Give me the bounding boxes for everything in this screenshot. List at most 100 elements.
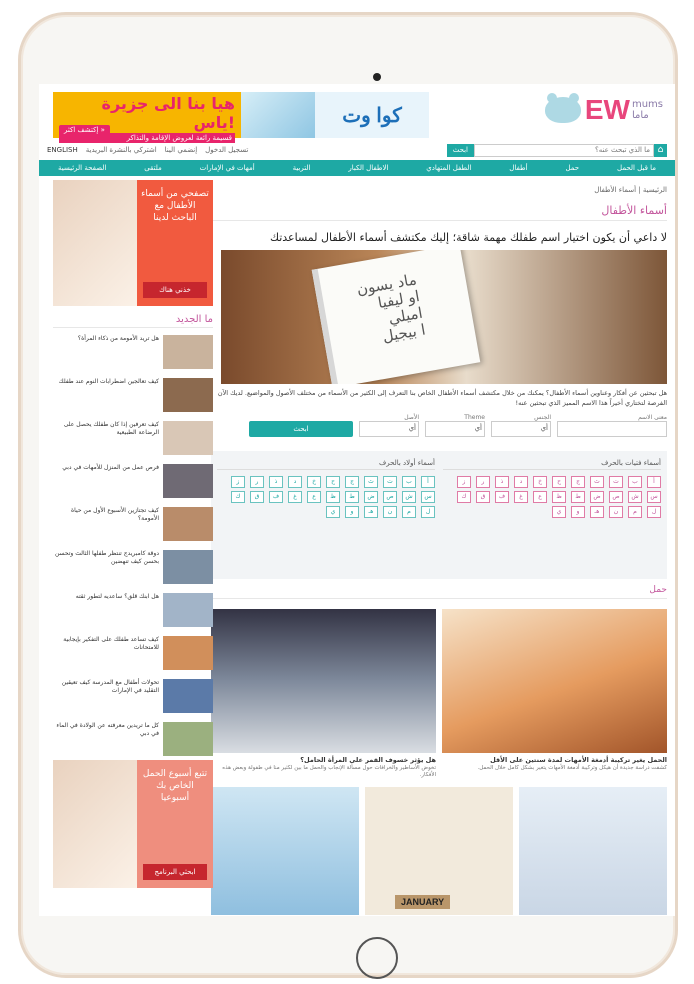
news-item-title[interactable]: هل تريد الأمومة من ذكاء المرأة؟ — [53, 335, 159, 343]
news-item-title[interactable]: كيف تعرفين إذا كان طفلك يحصل على الرضاعة… — [53, 421, 159, 437]
nav-item-home[interactable]: الصفحة الرئيسية — [58, 164, 106, 172]
girls-letter-button[interactable]: ع — [533, 491, 547, 503]
news-item-title[interactable]: تحولات أطفال مع المدرسة كيف تعيقين التقل… — [53, 679, 159, 695]
news-item-thumbnail[interactable] — [163, 679, 213, 713]
site-logo[interactable]: EW mums ماما — [544, 93, 663, 126]
signup-link[interactable]: إنضمي الينا — [165, 146, 198, 154]
boys-letter-button[interactable]: ص — [383, 491, 397, 503]
boys-letter-button[interactable]: ج — [345, 476, 359, 488]
boys-letter-button[interactable]: ل — [421, 506, 435, 518]
girls-letter-button[interactable]: ي — [552, 506, 566, 518]
gender-select[interactable]: أي — [491, 421, 551, 437]
nav-item-preconception[interactable]: ما قبل الحمل — [617, 164, 656, 172]
girls-letter-button[interactable]: ذ — [495, 476, 509, 488]
origin-select[interactable]: أي — [359, 421, 419, 437]
boys-letter-button[interactable]: س — [421, 491, 435, 503]
girls-letter-button[interactable]: ظ — [552, 491, 566, 503]
girls-letter-button[interactable]: ط — [571, 491, 585, 503]
nav-item-pregnancy[interactable]: حمل — [565, 164, 579, 172]
breadcrumb-home[interactable]: الرئيسية — [643, 186, 667, 194]
home-button[interactable] — [356, 937, 398, 979]
nav-item-babies[interactable]: أطفال — [509, 164, 527, 172]
boys-letter-button[interactable]: ر — [250, 476, 264, 488]
article-card[interactable]: هل يؤثر خسوف القمر على المرأة الحامل؟ تخ… — [211, 609, 436, 779]
news-item-title[interactable]: فرص عمل من المنزل للأمهات في دبي — [53, 464, 159, 472]
boys-letter-button[interactable]: ع — [307, 491, 321, 503]
girls-letter-button[interactable]: هـ — [590, 506, 604, 518]
article-image[interactable] — [442, 609, 667, 753]
girls-letter-button[interactable]: خ — [533, 476, 547, 488]
boys-letter-button[interactable]: و — [345, 506, 359, 518]
boys-letter-button[interactable]: غ — [288, 491, 302, 503]
news-item-title[interactable]: كيف تجتازين الأسبوع الأول من حياة الأموم… — [53, 507, 159, 523]
girls-letter-button[interactable]: د — [514, 476, 528, 488]
girls-letter-button[interactable]: ك — [457, 491, 471, 503]
boys-letter-button[interactable]: ب — [402, 476, 416, 488]
ad-banner-cta[interactable]: إكتشف اكثر » — [59, 125, 110, 135]
news-item[interactable]: تحولات أطفال مع المدرسة كيف تعيقين التقل… — [53, 679, 213, 715]
news-item-thumbnail[interactable] — [163, 464, 213, 498]
news-item-thumbnail[interactable] — [163, 335, 213, 369]
article-thumb[interactable] — [519, 787, 667, 915]
boys-letter-button[interactable]: م — [402, 506, 416, 518]
news-item-thumbnail[interactable] — [163, 722, 213, 756]
news-item[interactable]: هل ابنك قلق؟ ساعديه لتطور ثقته — [53, 593, 213, 629]
promo2-button[interactable]: ابحثي البرنامج — [143, 864, 207, 880]
news-item-title[interactable]: كل ما تريدين معرفته عن الولادة في الماء … — [53, 722, 159, 738]
girls-letter-button[interactable]: ل — [647, 506, 661, 518]
boys-letter-button[interactable]: ظ — [326, 491, 340, 503]
boys-letter-button[interactable]: ض — [364, 491, 378, 503]
nav-item-uae-mums[interactable]: أمهات في الإمارات — [200, 164, 255, 172]
news-item[interactable]: كل ما تريدين معرفته عن الولادة في الماء … — [53, 722, 213, 758]
boys-letter-button[interactable]: ح — [326, 476, 340, 488]
news-item[interactable]: كيف تعرفين إذا كان طفلك يحصل على الرضاعة… — [53, 421, 213, 457]
boys-letter-button[interactable]: هـ — [364, 506, 378, 518]
article-title[interactable]: هل يؤثر خسوف القمر على المرأة الحامل؟ — [211, 756, 436, 764]
news-item[interactable]: دوقة كامبريدج تنتظر طفلها الثالث وتحسن ب… — [53, 550, 213, 586]
girls-letter-button[interactable]: ص — [609, 491, 623, 503]
boys-letter-button[interactable]: ك — [231, 491, 245, 503]
news-item[interactable]: كيف تجتازين الأسبوع الأول من حياة الأموم… — [53, 507, 213, 543]
girls-letter-button[interactable]: ر — [476, 476, 490, 488]
baby-names-promo[interactable]: تصفحي من أسماء الأطفال مع الباحث لدينا خ… — [53, 180, 213, 306]
news-item-thumbnail[interactable] — [163, 593, 213, 627]
boys-letter-button[interactable]: ق — [250, 491, 264, 503]
boys-letter-button[interactable]: أ — [421, 476, 435, 488]
boys-letter-button[interactable]: ف — [269, 491, 283, 503]
search-input[interactable] — [474, 143, 654, 157]
login-link[interactable]: تسجيل الدخول — [205, 146, 248, 154]
girls-letter-button[interactable]: ق — [476, 491, 490, 503]
search-button[interactable]: ابحث — [446, 143, 474, 157]
girls-letter-button[interactable]: ب — [628, 476, 642, 488]
news-item-title[interactable]: هل ابنك قلق؟ ساعديه لتطور ثقته — [53, 593, 159, 601]
news-item-thumbnail[interactable] — [163, 378, 213, 412]
article-image[interactable] — [211, 609, 436, 753]
pregnancy-section-title[interactable]: حمل — [211, 585, 667, 599]
newsletter-link[interactable]: اشتركي بالنشرة البريدية — [86, 146, 157, 154]
girls-letter-button[interactable]: غ — [514, 491, 528, 503]
girls-letter-button[interactable]: ج — [571, 476, 585, 488]
girls-letter-button[interactable]: ث — [590, 476, 604, 488]
boys-letter-button[interactable]: د — [288, 476, 302, 488]
home-icon[interactable]: ⌂ — [654, 143, 667, 157]
boys-letter-button[interactable]: ي — [326, 506, 340, 518]
girls-letter-button[interactable]: ش — [628, 491, 642, 503]
boys-letter-button[interactable]: ن — [383, 506, 397, 518]
girls-letter-button[interactable]: ح — [552, 476, 566, 488]
girls-letter-button[interactable]: أ — [647, 476, 661, 488]
ad-banner[interactable]: هيا بنا الى جزيرة ياس! قسيمة رائعة لعروض… — [53, 92, 429, 143]
girls-letter-button[interactable]: و — [571, 506, 585, 518]
girls-letter-button[interactable]: ن — [609, 506, 623, 518]
promo-button[interactable]: خذني هناك — [143, 282, 207, 298]
news-item-title[interactable]: كيف تعالجين اضطرابات النوم عند طفلك — [53, 378, 159, 386]
article-title[interactable]: الحمل يغير تركيبة أدمغة الأمهات لمدة سنت… — [442, 756, 667, 764]
nav-item-forum[interactable]: ملتقى — [144, 164, 162, 172]
news-item[interactable]: كيف تعالجين اضطرابات النوم عند طفلك — [53, 378, 213, 414]
article-thumb[interactable] — [211, 787, 359, 915]
news-item-thumbnail[interactable] — [163, 636, 213, 670]
article-card[interactable]: الحمل يغير تركيبة أدمغة الأمهات لمدة سنت… — [442, 609, 667, 779]
girls-letter-button[interactable]: س — [647, 491, 661, 503]
news-item-title[interactable]: كيف تساعد طفلك على التفكير بإيجابية للام… — [53, 636, 159, 652]
girls-letter-button[interactable]: ض — [590, 491, 604, 503]
boys-letter-button[interactable]: خ — [307, 476, 321, 488]
